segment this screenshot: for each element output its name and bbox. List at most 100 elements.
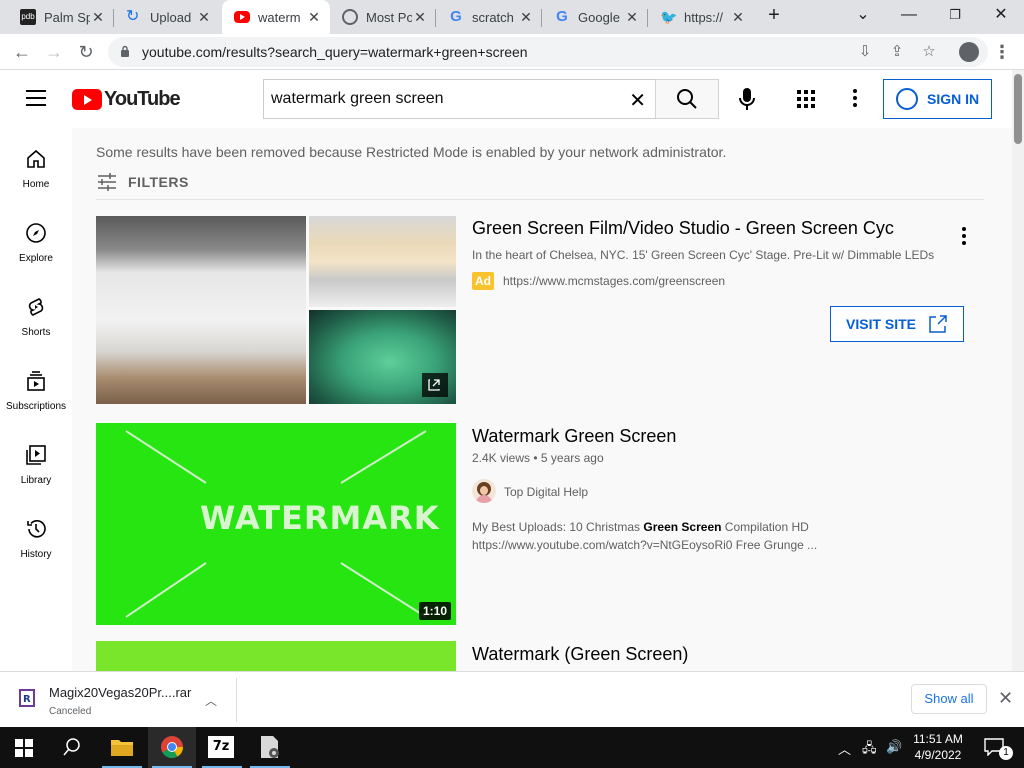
google-icon: G: [556, 8, 568, 25]
scrollbar-thumb[interactable]: [1014, 74, 1022, 144]
youtube-play-icon: [72, 88, 102, 110]
back-button[interactable]: ←: [8, 38, 36, 66]
network-icon[interactable]: 🖧: [862, 739, 877, 761]
external-link-icon[interactable]: [422, 373, 448, 397]
install-app-icon[interactable]: ⇩: [856, 43, 874, 61]
profile-icon[interactable]: [955, 38, 983, 66]
tab-search-chevron-icon[interactable]: ⌄: [840, 0, 886, 34]
share-icon[interactable]: ⇪: [888, 43, 906, 61]
volume-icon[interactable]: 🔊: [886, 739, 902, 755]
close-tab-icon[interactable]: ✕: [412, 9, 428, 25]
browser-toolbar: ← → ↻ youtube.com/results?search_query=w…: [0, 34, 1024, 70]
7zip-taskbar-button[interactable]: 7z: [198, 727, 246, 768]
chrome-taskbar-button[interactable]: [148, 727, 196, 768]
external-link-icon: [929, 315, 947, 333]
video-duration: 1:10: [419, 602, 452, 620]
rar-file-icon: R: [19, 689, 35, 707]
guide-item-home[interactable]: Home: [0, 148, 72, 214]
video-description-line2: https://www.youtube.com/watch?v=NtGEoyso…: [472, 538, 818, 552]
video-title[interactable]: Watermark (Green Screen): [472, 644, 688, 665]
download-bar: R Magix20Vegas20Pr....rar Canceled ︿ Sho…: [0, 671, 1024, 727]
tab-twitter[interactable]: 🐦 https:// ✕: [648, 0, 754, 34]
close-tab-icon[interactable]: ✕: [90, 9, 106, 25]
maximize-button[interactable]: ❐: [932, 0, 978, 34]
bookmark-star-icon[interactable]: ☆: [920, 43, 938, 61]
windows-taskbar: 7z ︿ 🖧 🔊 11:51 AM 4/9/2022 1: [0, 727, 1024, 768]
hamburger-menu-icon[interactable]: [26, 90, 46, 106]
system-clock[interactable]: 11:51 AM 4/9/2022: [906, 731, 970, 763]
visit-site-button[interactable]: VISIT SITE: [830, 306, 964, 342]
search-button[interactable]: [655, 79, 719, 119]
taskbar-search-button[interactable]: [48, 727, 96, 768]
guide-item-shorts[interactable]: Shorts: [0, 296, 72, 362]
close-tab-icon[interactable]: ✕: [730, 9, 746, 25]
close-window-button[interactable]: ✕: [978, 0, 1024, 34]
close-download-bar-icon[interactable]: ✕: [998, 688, 1013, 709]
clear-search-icon[interactable]: ✕: [629, 88, 646, 113]
youtube-logo[interactable]: YouTube: [72, 88, 181, 110]
svg-text:R: R: [23, 694, 31, 705]
tab-google[interactable]: G Google ✕: [542, 0, 648, 34]
address-bar[interactable]: youtube.com/results?search_query=waterma…: [108, 37, 988, 67]
google-icon: G: [450, 8, 462, 25]
account-icon: [896, 88, 918, 110]
guide-item-explore[interactable]: Explore: [0, 222, 72, 288]
file-taskbar-button[interactable]: [246, 727, 294, 768]
reload-button[interactable]: ↻: [72, 38, 100, 66]
video-thumbnail[interactable]: [96, 641, 456, 671]
search-icon: [677, 89, 697, 109]
action-center-button[interactable]: 1: [976, 727, 1024, 768]
youtube-header: YouTube watermark green screen ✕ SIGN IN: [0, 70, 1012, 128]
start-button[interactable]: [0, 727, 48, 768]
filter-sliders-icon: [98, 173, 116, 191]
new-tab-button[interactable]: +: [754, 0, 794, 34]
minimize-button[interactable]: —: [886, 0, 932, 34]
ad-thumbnail-main[interactable]: [96, 216, 306, 404]
show-all-button[interactable]: Show all: [911, 684, 987, 714]
filters-button[interactable]: FILTERS: [96, 170, 189, 194]
close-tab-icon[interactable]: ✕: [196, 9, 212, 25]
chevron-up-icon[interactable]: ︿: [205, 692, 217, 709]
apps-grid-icon[interactable]: [797, 90, 815, 108]
page-scrollbar[interactable]: [1012, 70, 1024, 671]
channel-avatar[interactable]: [472, 479, 496, 503]
tab-palm[interactable]: pdb Palm Sp ✕: [8, 0, 114, 34]
microphone-icon[interactable]: [735, 86, 759, 112]
channel-name[interactable]: Top Digital Help: [504, 485, 588, 499]
settings-menu-icon[interactable]: [852, 89, 858, 109]
ad-description: In the heart of Chelsea, NYC. 15' Green …: [472, 248, 935, 262]
forward-button[interactable]: →: [40, 38, 68, 66]
chrome-icon: [161, 736, 183, 758]
tab-upload[interactable]: ↻ Upload ✕: [114, 0, 220, 34]
7zip-icon: 7z: [208, 736, 234, 758]
ad-url[interactable]: https://www.mcmstages.com/greenscreen: [503, 274, 725, 288]
upload-arrow-icon: ↻: [126, 8, 140, 25]
url-text: youtube.com/results?search_query=waterma…: [142, 44, 528, 60]
file-icon: [261, 736, 279, 758]
youtube-icon: [234, 11, 250, 23]
ad-title[interactable]: Green Screen Film/Video Studio - Green S…: [472, 218, 894, 239]
close-tab-icon[interactable]: ✕: [624, 9, 640, 25]
ad-badge: Ad: [472, 272, 494, 290]
sign-in-button[interactable]: SIGN IN: [883, 79, 992, 119]
search-input[interactable]: watermark green screen ✕: [263, 79, 656, 119]
video-description: My Best Uploads: 10 Christmas Green Scre…: [472, 520, 809, 534]
video-title[interactable]: Watermark Green Screen: [472, 426, 676, 447]
close-tab-icon[interactable]: ✕: [518, 9, 534, 25]
guide-item-history[interactable]: History: [0, 518, 72, 584]
guide-item-subscriptions[interactable]: Subscriptions: [0, 370, 72, 436]
compass-icon: [26, 223, 46, 243]
pdb-icon: pdb: [20, 9, 36, 25]
show-hidden-icons-icon[interactable]: ︿: [838, 739, 851, 758]
tab-scratch[interactable]: G scratch ✕: [436, 0, 542, 34]
video-thumbnail[interactable]: WATERMARK 1:10: [96, 423, 456, 625]
ad-more-options-icon[interactable]: [961, 227, 967, 247]
download-filename[interactable]: Magix20Vegas20Pr....rar: [49, 685, 191, 700]
close-tab-icon[interactable]: ✕: [306, 9, 322, 25]
chrome-menu-icon[interactable]: ⋮: [988, 38, 1016, 66]
tab-most-popular[interactable]: Most Po ✕: [330, 0, 436, 34]
guide-item-library[interactable]: Library: [0, 444, 72, 510]
ad-thumbnail-kitchen[interactable]: [309, 216, 456, 307]
tab-youtube[interactable]: waterm ✕: [222, 0, 330, 34]
file-explorer-button[interactable]: [98, 727, 146, 768]
